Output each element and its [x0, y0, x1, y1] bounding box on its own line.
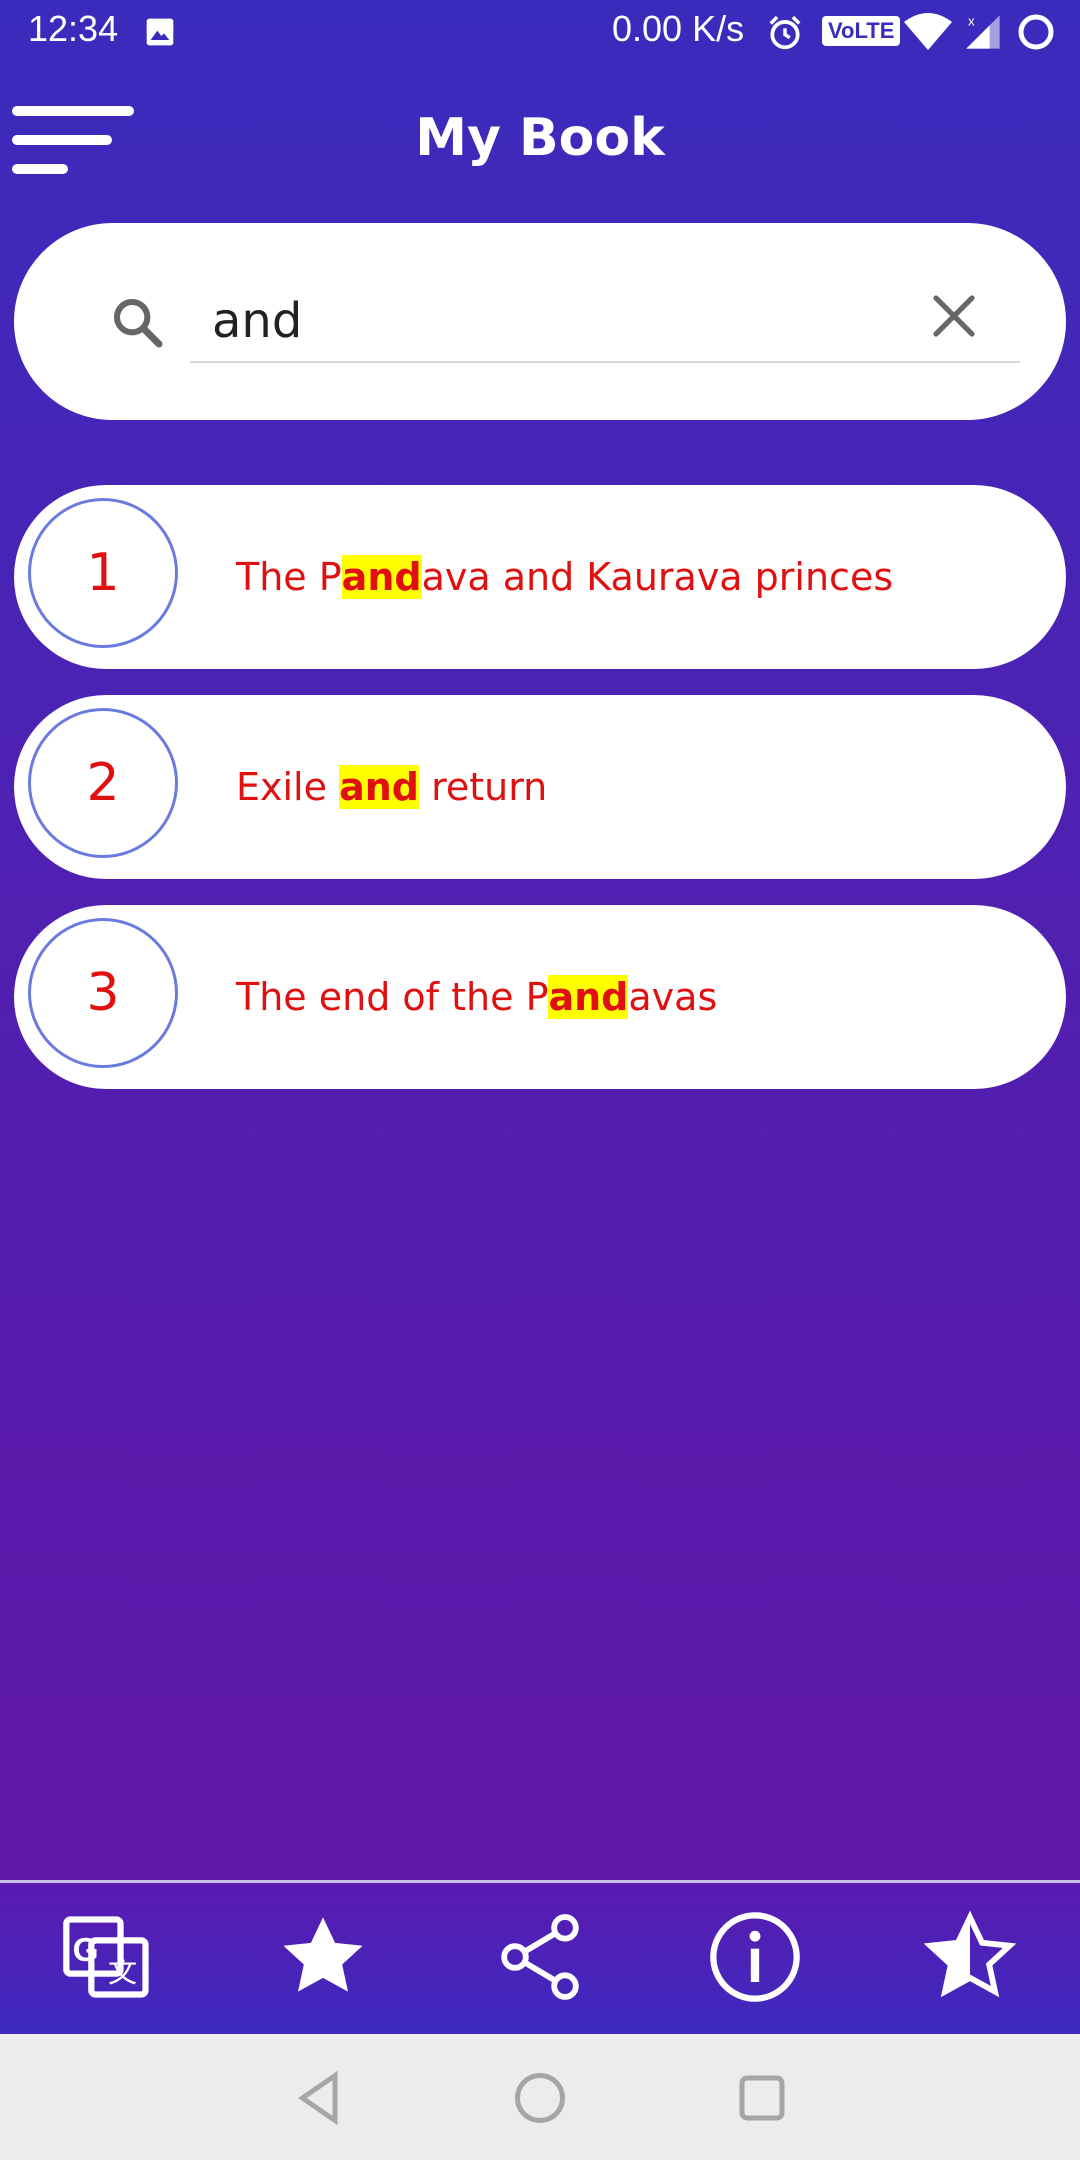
result-number: 2	[28, 708, 178, 858]
wifi-icon	[904, 13, 952, 50]
battery-icon	[1018, 14, 1054, 50]
bottom-toolbar: G 文	[0, 1880, 1080, 2037]
search-icon	[113, 298, 163, 348]
result-title: Exile and return	[236, 765, 548, 809]
list-item[interactable]: 2 Exile and return	[14, 695, 1066, 879]
search-box	[14, 223, 1066, 420]
signal-icon: x	[966, 13, 1000, 49]
page-title: My Book	[415, 108, 665, 168]
screen: 12:34 0.00 K/s VoLTE x My Book and 1 The…	[0, 0, 1080, 2160]
result-number: 3	[28, 918, 178, 1068]
result-title: The Pandava and Kaurava princes	[236, 555, 894, 599]
share-icon[interactable]	[490, 1907, 590, 2007]
status-time: 12:34	[28, 8, 119, 49]
gallery-icon	[146, 18, 174, 46]
search-input[interactable]	[190, 281, 1020, 363]
svg-text:x: x	[968, 13, 975, 28]
svg-text:文: 文	[108, 1956, 137, 1989]
search-match-highlight: and	[548, 975, 629, 1019]
home-icon[interactable]	[510, 2068, 570, 2128]
alarm-icon	[769, 15, 801, 50]
rate-icon[interactable]	[920, 1907, 1020, 2007]
status-network-speed: 0.00 K/s	[612, 8, 745, 49]
status-bar: 12:34 0.00 K/s VoLTE x	[0, 0, 1080, 64]
list-item[interactable]: 3 The end of the Pandavas	[14, 905, 1066, 1089]
star-icon[interactable]	[273, 1907, 373, 2007]
recents-icon[interactable]	[732, 2068, 792, 2128]
back-icon[interactable]	[290, 2068, 350, 2128]
search-match-highlight: and	[339, 765, 419, 809]
svg-text:G: G	[73, 1932, 99, 1969]
system-navigation-bar	[0, 2034, 1080, 2160]
search-match-highlight: and	[341, 555, 422, 599]
info-icon[interactable]	[705, 1907, 805, 2007]
volte-badge: VoLTE	[822, 16, 901, 46]
result-number: 1	[28, 498, 178, 648]
result-title: The end of the Pandavas	[236, 975, 718, 1019]
translate-icon[interactable]: G 文	[58, 1907, 158, 2007]
close-icon[interactable]	[930, 292, 978, 340]
list-item[interactable]: 1 The Pandava and Kaurava princes	[14, 485, 1066, 669]
